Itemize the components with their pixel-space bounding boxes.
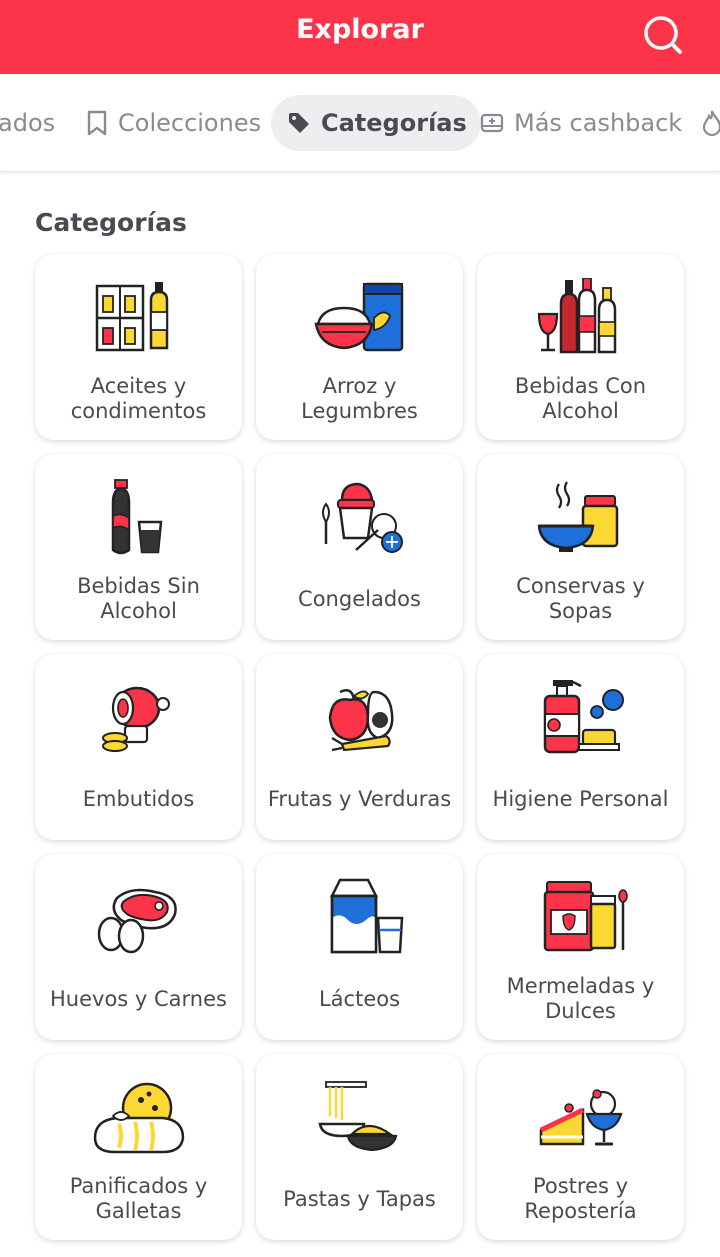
category-label: Huevos y Carnes <box>50 986 227 1011</box>
category-card-aceites[interactable]: Aceites y condimentos <box>35 254 242 440</box>
category-card-bebidas-sin-alcohol[interactable]: Bebidas Sin Alcohol <box>35 454 242 640</box>
category-label: Lácteos <box>318 986 401 1011</box>
soda-bottle-icon <box>111 479 162 555</box>
category-card-higiene[interactable]: Higiene Personal <box>477 654 684 840</box>
tab-categorias[interactable]: Categorías <box>271 95 481 151</box>
category-label: Frutas y Verduras <box>267 786 452 811</box>
category-label: Conservas y Sopas <box>516 574 645 623</box>
tab-colecciones[interactable]: Colecciones <box>86 95 261 151</box>
tag-icon <box>289 113 309 133</box>
bread-cookie-icon <box>93 1082 184 1154</box>
category-label: Higiene Personal <box>492 786 669 811</box>
tab-label: Categorías <box>321 109 467 137</box>
category-card-conservas[interactable]: Conservas y Sopas <box>477 454 684 640</box>
milk-carton-icon <box>329 878 403 954</box>
tab-destacados[interactable]: ados <box>0 95 55 151</box>
category-card-panificados[interactable]: Panificados y Galletas <box>35 1054 242 1240</box>
category-label: Pastas y Tapas <box>283 1186 436 1211</box>
oil-condiments-icon <box>95 282 168 352</box>
category-card-arroz[interactable]: Arroz y Legumbres <box>256 254 463 440</box>
category-label: Congelados <box>298 586 421 611</box>
category-card-lacteos[interactable]: Lácteos <box>256 854 463 1040</box>
ham-sausage-icon <box>101 686 170 752</box>
fruits-vegetables-icon <box>328 689 393 752</box>
top-app-bar: Explorar <box>0 0 720 74</box>
alcohol-bottles-icon <box>537 278 616 354</box>
category-card-huevos[interactable]: Huevos y Carnes <box>35 854 242 1040</box>
pasta-pie-icon <box>318 1081 397 1152</box>
tab-flame[interactable] <box>700 95 720 151</box>
flame-icon <box>702 110 720 137</box>
rice-legumes-icon <box>314 282 403 352</box>
category-label: Aceites y condimentos <box>70 374 207 423</box>
category-card-bebidas-alcohol[interactable]: Bebidas Con Alcohol <box>477 254 684 440</box>
soap-bottle-icon <box>543 680 624 754</box>
category-label: Bebidas Con Alcohol <box>514 374 647 423</box>
soup-jar-icon <box>537 481 618 552</box>
category-tabs: ados Colecciones Categorías Más cashback <box>0 74 720 172</box>
category-label: Postres y Repostería <box>524 1174 637 1223</box>
category-card-mermeladas[interactable]: Mermeladas y Dulces <box>477 854 684 1040</box>
category-label: Arroz y Legumbres <box>301 374 418 423</box>
category-label: Embutidos <box>82 786 195 811</box>
category-card-frutas[interactable]: Frutas y Verduras <box>256 654 463 840</box>
tab-label: ados <box>0 109 56 137</box>
cashback-card-icon <box>480 113 504 133</box>
search-icon[interactable] <box>640 12 686 58</box>
frozen-food-icon <box>321 482 403 553</box>
jam-honey-icon <box>543 881 628 952</box>
page-title: Explorar <box>296 14 424 45</box>
category-card-congelados[interactable]: Congelados <box>256 454 463 640</box>
category-label: Mermeladas y Dulces <box>506 974 655 1023</box>
tab-label: Colecciones <box>118 109 262 137</box>
cake-dessert-icon <box>539 1089 622 1146</box>
tab-mas-cashback[interactable]: Más cashback <box>480 95 682 151</box>
category-label: Bebidas Sin Alcohol <box>77 574 200 623</box>
category-label: Panificados y Galletas <box>69 1174 208 1223</box>
category-card-pastas[interactable]: Pastas y Tapas <box>256 1054 463 1240</box>
category-card-embutidos[interactable]: Embutidos <box>35 654 242 840</box>
bookmark-icon <box>87 110 107 136</box>
steak-eggs-icon <box>97 888 177 954</box>
tab-label: Más cashback <box>514 109 683 137</box>
section-title: Categorías <box>35 208 187 237</box>
category-card-postres[interactable]: Postres y Repostería <box>477 1054 684 1240</box>
